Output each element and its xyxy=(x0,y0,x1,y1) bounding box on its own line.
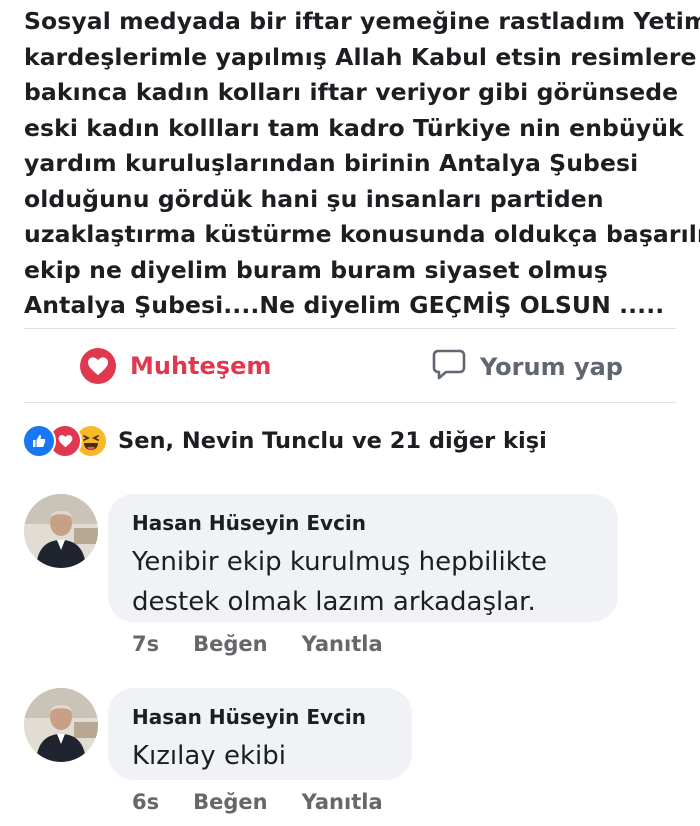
comment-time[interactable]: 6s xyxy=(132,790,159,814)
post-text-line: uzaklaştırma küstürme konusunda oldukça … xyxy=(24,220,700,248)
comment-text-line: destek olmak lazım arkadaşlar. xyxy=(132,587,536,617)
comment-bubble[interactable]: Hasan Hüseyin Evcin Kızılay ekibi xyxy=(108,688,412,780)
avatar[interactable] xyxy=(24,688,98,762)
post-text: Sosyal medyada bir iftar yemeğine rastla… xyxy=(24,4,700,324)
speech-bubble-icon xyxy=(432,348,466,386)
post-text-line: olduğunu gördük hani şu insanları partid… xyxy=(24,184,604,213)
post-text-line: ekip ne diyelim buram buram siyaset olmu… xyxy=(24,255,608,284)
post-text-line: bakınca kadın kolları iftar veriyor gibi… xyxy=(24,78,679,106)
post-text-line: Antalya Şubesi....Ne diyelim GEÇMİŞ OLSU… xyxy=(24,291,665,319)
avatar[interactable] xyxy=(24,494,98,568)
action-bar: Muhteşem Yorum yap xyxy=(0,330,700,402)
like-comment-button[interactable]: Beğen xyxy=(193,632,267,656)
comment-bubble[interactable]: Hasan Hüseyin Evcin Yenibir ekip kurulmu… xyxy=(108,494,618,622)
reaction-button[interactable]: Muhteşem xyxy=(80,348,271,384)
comment-text-line: Kızılay ekibi xyxy=(132,741,286,771)
reply-comment-button[interactable]: Yanıtla xyxy=(302,632,383,656)
comment-text-line: Yenibir ekip kurulmuş hepbilikte xyxy=(132,547,547,577)
divider xyxy=(24,402,676,403)
post-text-line: Sosyal medyada bir iftar yemeğine rastla… xyxy=(24,7,700,35)
reactions-text[interactable]: Sen, Nevin Tunclu ve 21 diğer kişi xyxy=(118,428,547,454)
reaction-button-label: Muhteşem xyxy=(130,352,272,380)
post-text-line: kardeşlerimle yapılmış Allah Kabul etsin… xyxy=(24,42,697,71)
comment-button-label: Yorum yap xyxy=(480,353,623,381)
comment-text: Kızılay ekibi xyxy=(132,736,388,776)
heart-icon xyxy=(80,348,116,384)
post-text-line: eski kadın kollları tam kadro Türkiye ni… xyxy=(24,113,684,142)
comment-meta: 7s Beğen Yanıtla xyxy=(132,632,383,656)
avatar-image xyxy=(24,688,98,762)
reactions-summary[interactable]: Sen, Nevin Tunclu ve 21 diğer kişi xyxy=(22,424,547,458)
comment-author[interactable]: Hasan Hüseyin Evcin xyxy=(132,510,594,536)
reply-comment-button[interactable]: Yanıtla xyxy=(302,790,383,814)
comment-meta: 6s Beğen Yanıtla xyxy=(132,790,383,814)
avatar-image xyxy=(24,494,98,568)
post-text-line: yardım kuruluşlarından birinin Antalya Ş… xyxy=(24,149,639,177)
comment-time[interactable]: 7s xyxy=(132,632,159,656)
divider xyxy=(24,328,676,329)
comment-author[interactable]: Hasan Hüseyin Evcin xyxy=(132,704,388,730)
comment-text: Yenibir ekip kurulmuş hepbilikte destek … xyxy=(132,542,594,622)
like-icon xyxy=(22,424,56,458)
comment-button[interactable]: Yorum yap xyxy=(432,348,623,386)
like-comment-button[interactable]: Beğen xyxy=(193,790,267,814)
